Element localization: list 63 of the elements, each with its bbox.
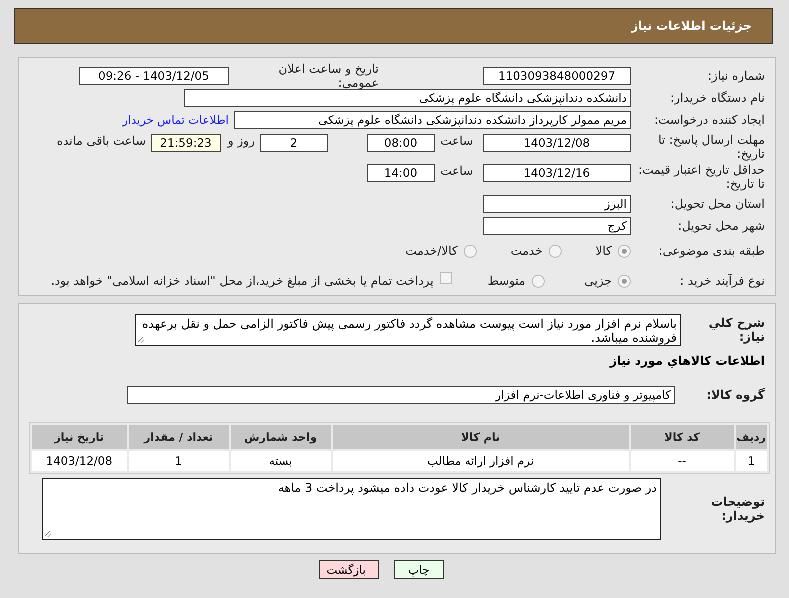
contact-link[interactable]: اطلاعات تماس خریدار [122,113,229,127]
input-field[interactable]: 08:00 [367,134,435,152]
field-label: گروه کالا: [706,388,765,402]
input-field[interactable]: 1103093848000297 [483,67,631,85]
field-label: ایجاد کننده درخواست: [653,113,765,127]
column-header: تعداد / مقدار [128,425,229,449]
field-label: نوع فرآیند خرید : [679,274,765,288]
option-label: جزیی [584,274,612,288]
input-field[interactable]: 1403/12/05 - 09:26 [79,67,229,85]
option-label: کالا/خدمت [406,244,458,258]
column-header: واحد شمارش [230,425,331,449]
input-field[interactable]: 1403/12/08 [483,134,631,152]
option-label: خدمت [510,244,543,258]
field-label: طبقه بندی موضوعی: [658,244,765,258]
radio-button[interactable] [532,274,545,288]
field-label: ساعت [440,164,474,178]
resize-grip-icon[interactable] [45,531,51,537]
radio-button[interactable] [548,244,562,258]
input-field[interactable]: 14:00 [367,164,435,182]
field-label: استان محل تحویل: [670,197,765,211]
input-field[interactable]: دانشکده دندانپزشکی دانشگاه علوم پزشکی [184,89,631,107]
field-label: ساعت باقی مانده [56,134,146,148]
text-area[interactable]: در صورت عدم تایید کارشناس خریدار کالا عودت داده میشود پرداخت 3 ماهه [42,478,661,540]
table-cell: بسته [230,451,331,471]
table-cell: 1403/12/08 [32,451,127,471]
option-label: متوسط [488,274,526,288]
resize-grip-icon[interactable] [138,337,144,343]
table-cell: -- [630,451,734,471]
column-header: کد کالا [630,425,734,449]
radio-button[interactable] [618,274,631,288]
column-header: نام کالا [332,425,629,449]
field-label: تاریخ و ساعت اعلان عمومی: [278,62,379,90]
checkbox[interactable] [440,272,452,284]
table-cell: نرم افزار ارائه مطالب [332,451,629,471]
input-field[interactable]: 1403/12/16 [483,164,631,182]
input-field[interactable]: 21:59:23 [151,134,221,152]
input-field[interactable]: کامپیوتر و فناوری اطلاعات-نرم افزار [127,386,675,404]
field-label: شرح كلي نياز: [708,316,765,344]
option-label: پرداخت تمام یا بخشی از مبلغ خرید،از محل "اسناد خزانه اسلامی" خواهد بود. [51,274,434,288]
table-cell: 1 [736,451,767,471]
field-label: شماره نیاز: [707,69,765,83]
radio-button[interactable] [464,244,477,258]
field-label: نام دستگاه خریدار: [670,91,765,105]
field-label: شهر محل تحویل: [677,219,765,233]
input-field[interactable]: کرج [483,217,631,235]
field-label: مهلت ارسال پاسخ: تا تاریخ: [657,133,765,161]
section-heading: اطلاعات كالاهاي مورد نياز [610,354,765,368]
radio-button[interactable] [618,244,631,258]
back-button[interactable]: بازگشت [319,560,379,579]
input-field[interactable]: البرز [483,195,631,213]
column-header: تاریخ نیاز [32,425,127,449]
option-label: کالا [596,244,612,258]
input-field[interactable]: مریم ممولر کارپرداز دانشکده دندانپزشکی دانشگاه علوم پزشکی [234,111,631,129]
field-label: توضیحات خریدار: [710,495,765,523]
column-header: ردیف [736,425,767,449]
input-field[interactable]: 2 [260,134,328,152]
table-cell: 1 [128,451,229,471]
field-label: ساعت [440,134,474,148]
page-title: جزئیات اطلاعات نیاز [631,19,752,33]
print-button[interactable]: چاپ [394,560,444,579]
text-area[interactable]: باسلام نرم افزار مورد نیاز است پیوست مشاهده گردد فاکتور رسمی پیش فاکتور الزامی حمل و نقل برعهده فروشنده میباشد. [135,314,681,346]
field-label: حداقل تاریخ اعتبار قیمت: تا تاریخ: [637,163,765,191]
field-label: روز و [226,134,255,148]
